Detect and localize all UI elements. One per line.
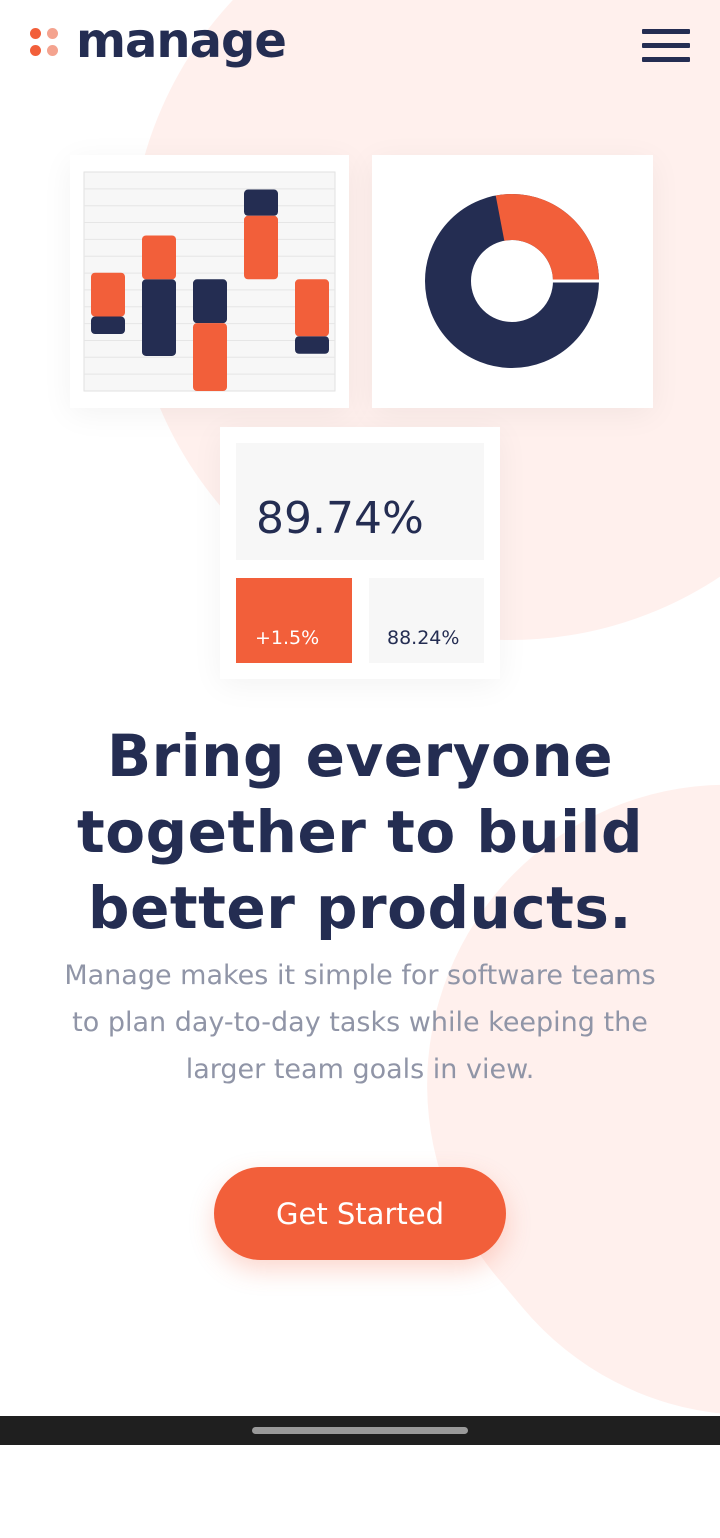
brand-logo[interactable]: manage [30, 13, 287, 69]
logo-dots-icon [30, 25, 62, 57]
bar-1-navy [91, 316, 125, 335]
system-navigation-bar [0, 1416, 720, 1445]
bar-2-navy [142, 279, 176, 356]
bar-5-navy [295, 336, 329, 354]
bar-3-navy [193, 279, 227, 324]
stats-card: 89.74% +1.5% 88.24% [220, 427, 500, 679]
bar-4-navy [244, 189, 278, 216]
stat-secondary-value: 88.24% [387, 627, 460, 649]
bar-4-orange [244, 215, 278, 280]
stat-main-box: 89.74% [236, 443, 484, 560]
get-started-button[interactable]: Get Started [214, 1167, 506, 1260]
stat-change-value: +1.5% [255, 627, 320, 649]
stat-main-value: 89.74% [256, 493, 424, 544]
logo-wordmark: manage [76, 13, 287, 69]
bar-chart-card [70, 155, 349, 408]
bar-chart-illustration [83, 171, 336, 392]
donut-chart-card [372, 155, 653, 408]
bar-3-orange [193, 323, 227, 391]
stat-secondary-box: 88.24% [369, 578, 484, 663]
hero-description: Manage makes it simple for software team… [64, 960, 656, 1085]
hamburger-menu-icon[interactable] [642, 29, 690, 63]
donut-chart-illustration [425, 194, 601, 368]
bar-1-orange [91, 272, 125, 317]
bar-5-orange [295, 279, 329, 337]
stat-change-box: +1.5% [236, 578, 352, 663]
hero-headline: Bring everyone together to build better … [77, 722, 643, 942]
bar-2-orange [142, 235, 176, 280]
home-gesture-handle[interactable] [252, 1427, 468, 1434]
